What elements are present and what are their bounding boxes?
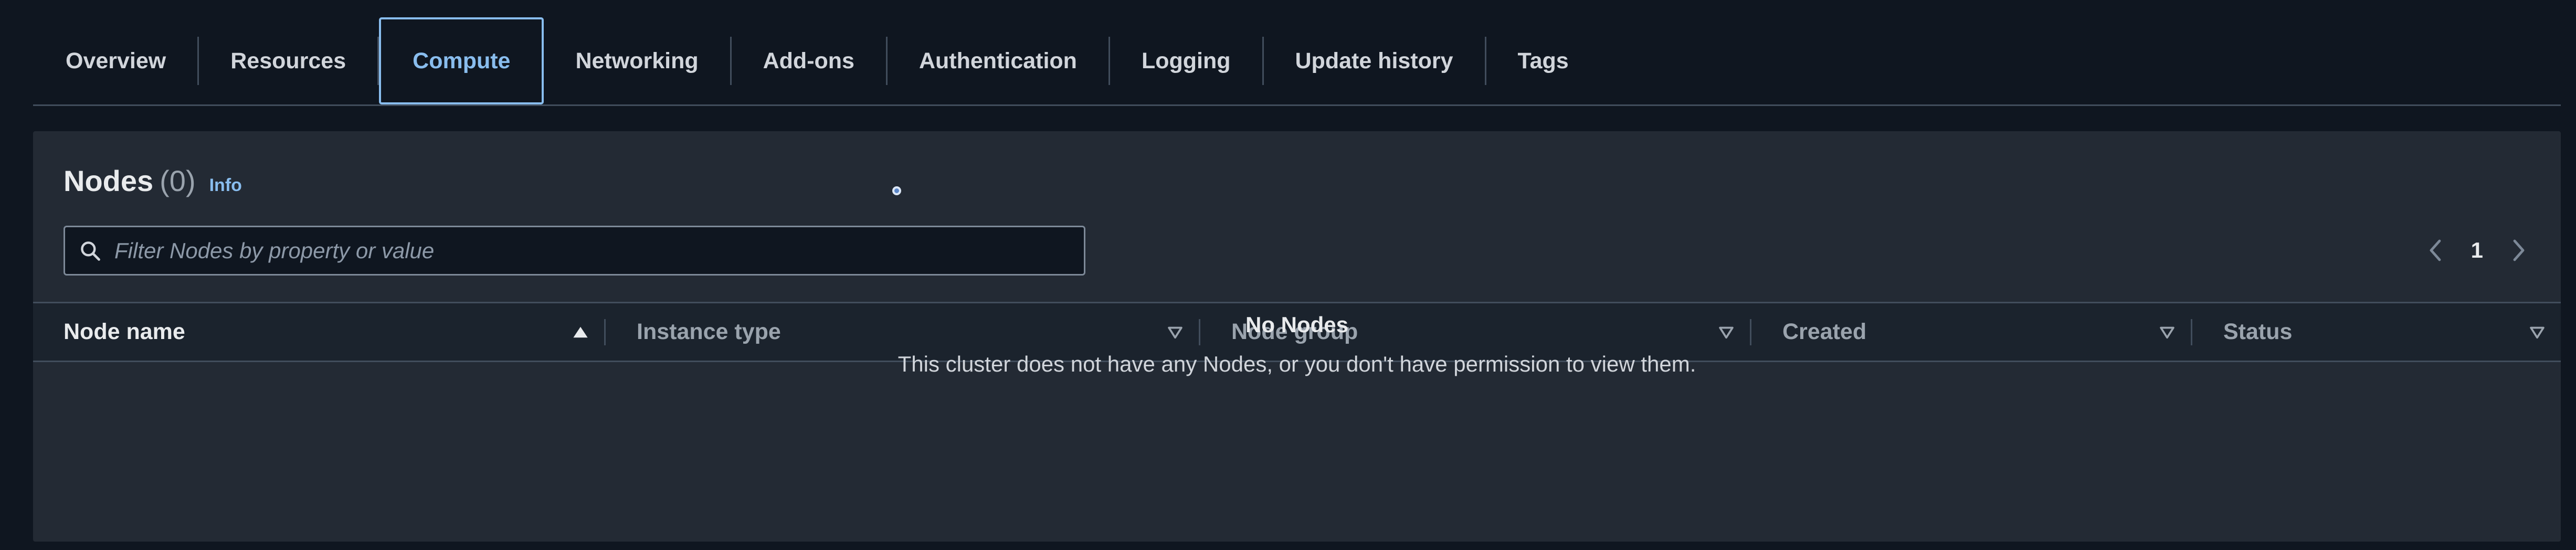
tab-label: Add-ons: [763, 48, 854, 73]
chevron-left-icon: [2430, 239, 2441, 261]
filter-input[interactable]: [113, 229, 1084, 272]
panel-header: Nodes (0) Info: [64, 164, 242, 198]
tab-bar: Overview Resources Compute Networking Ad…: [33, 17, 2561, 104]
cursor-dot: [892, 186, 901, 195]
tab-update-history[interactable]: Update history: [1264, 17, 1485, 104]
tab-label: Networking: [575, 48, 699, 73]
tab-label: Tags: [1517, 48, 1569, 73]
tab-label: Overview: [66, 48, 166, 73]
nodes-panel: Nodes (0) Info 1: [33, 131, 2561, 542]
tab-label: Logging: [1141, 48, 1231, 73]
empty-state-description: This cluster does not have any Nodes, or…: [898, 352, 1696, 376]
search-icon: [79, 239, 102, 262]
pagination: 1: [2425, 234, 2529, 267]
tab-label: Authentication: [919, 48, 1077, 73]
tab-resources[interactable]: Resources: [199, 17, 377, 104]
current-page-number[interactable]: 1: [2471, 238, 2483, 263]
tab-logging[interactable]: Logging: [1110, 17, 1262, 104]
panel-title: Nodes: [64, 164, 154, 197]
nodes-count: (0): [160, 164, 196, 197]
info-link[interactable]: Info: [209, 175, 242, 196]
tab-compute[interactable]: Compute: [379, 17, 544, 104]
tab-label: Compute: [413, 48, 511, 73]
filter-field[interactable]: [64, 226, 1085, 276]
tab-bar-underline: [33, 104, 2561, 106]
empty-state-title: No Nodes: [1245, 312, 1348, 337]
tab-add-ons[interactable]: Add-ons: [732, 17, 886, 104]
next-page-button[interactable]: [2508, 237, 2529, 263]
tab-label: Resources: [230, 48, 346, 73]
tab-authentication[interactable]: Authentication: [888, 17, 1108, 104]
cluster-page: Overview Resources Compute Networking Ad…: [0, 0, 2576, 550]
chevron-right-icon: [2513, 239, 2525, 261]
tab-label: Update history: [1295, 48, 1453, 73]
tab-networking[interactable]: Networking: [544, 17, 730, 104]
previous-page-button[interactable]: [2425, 237, 2446, 263]
tab-overview[interactable]: Overview: [33, 17, 197, 104]
tab-tags[interactable]: Tags: [1486, 17, 1600, 104]
